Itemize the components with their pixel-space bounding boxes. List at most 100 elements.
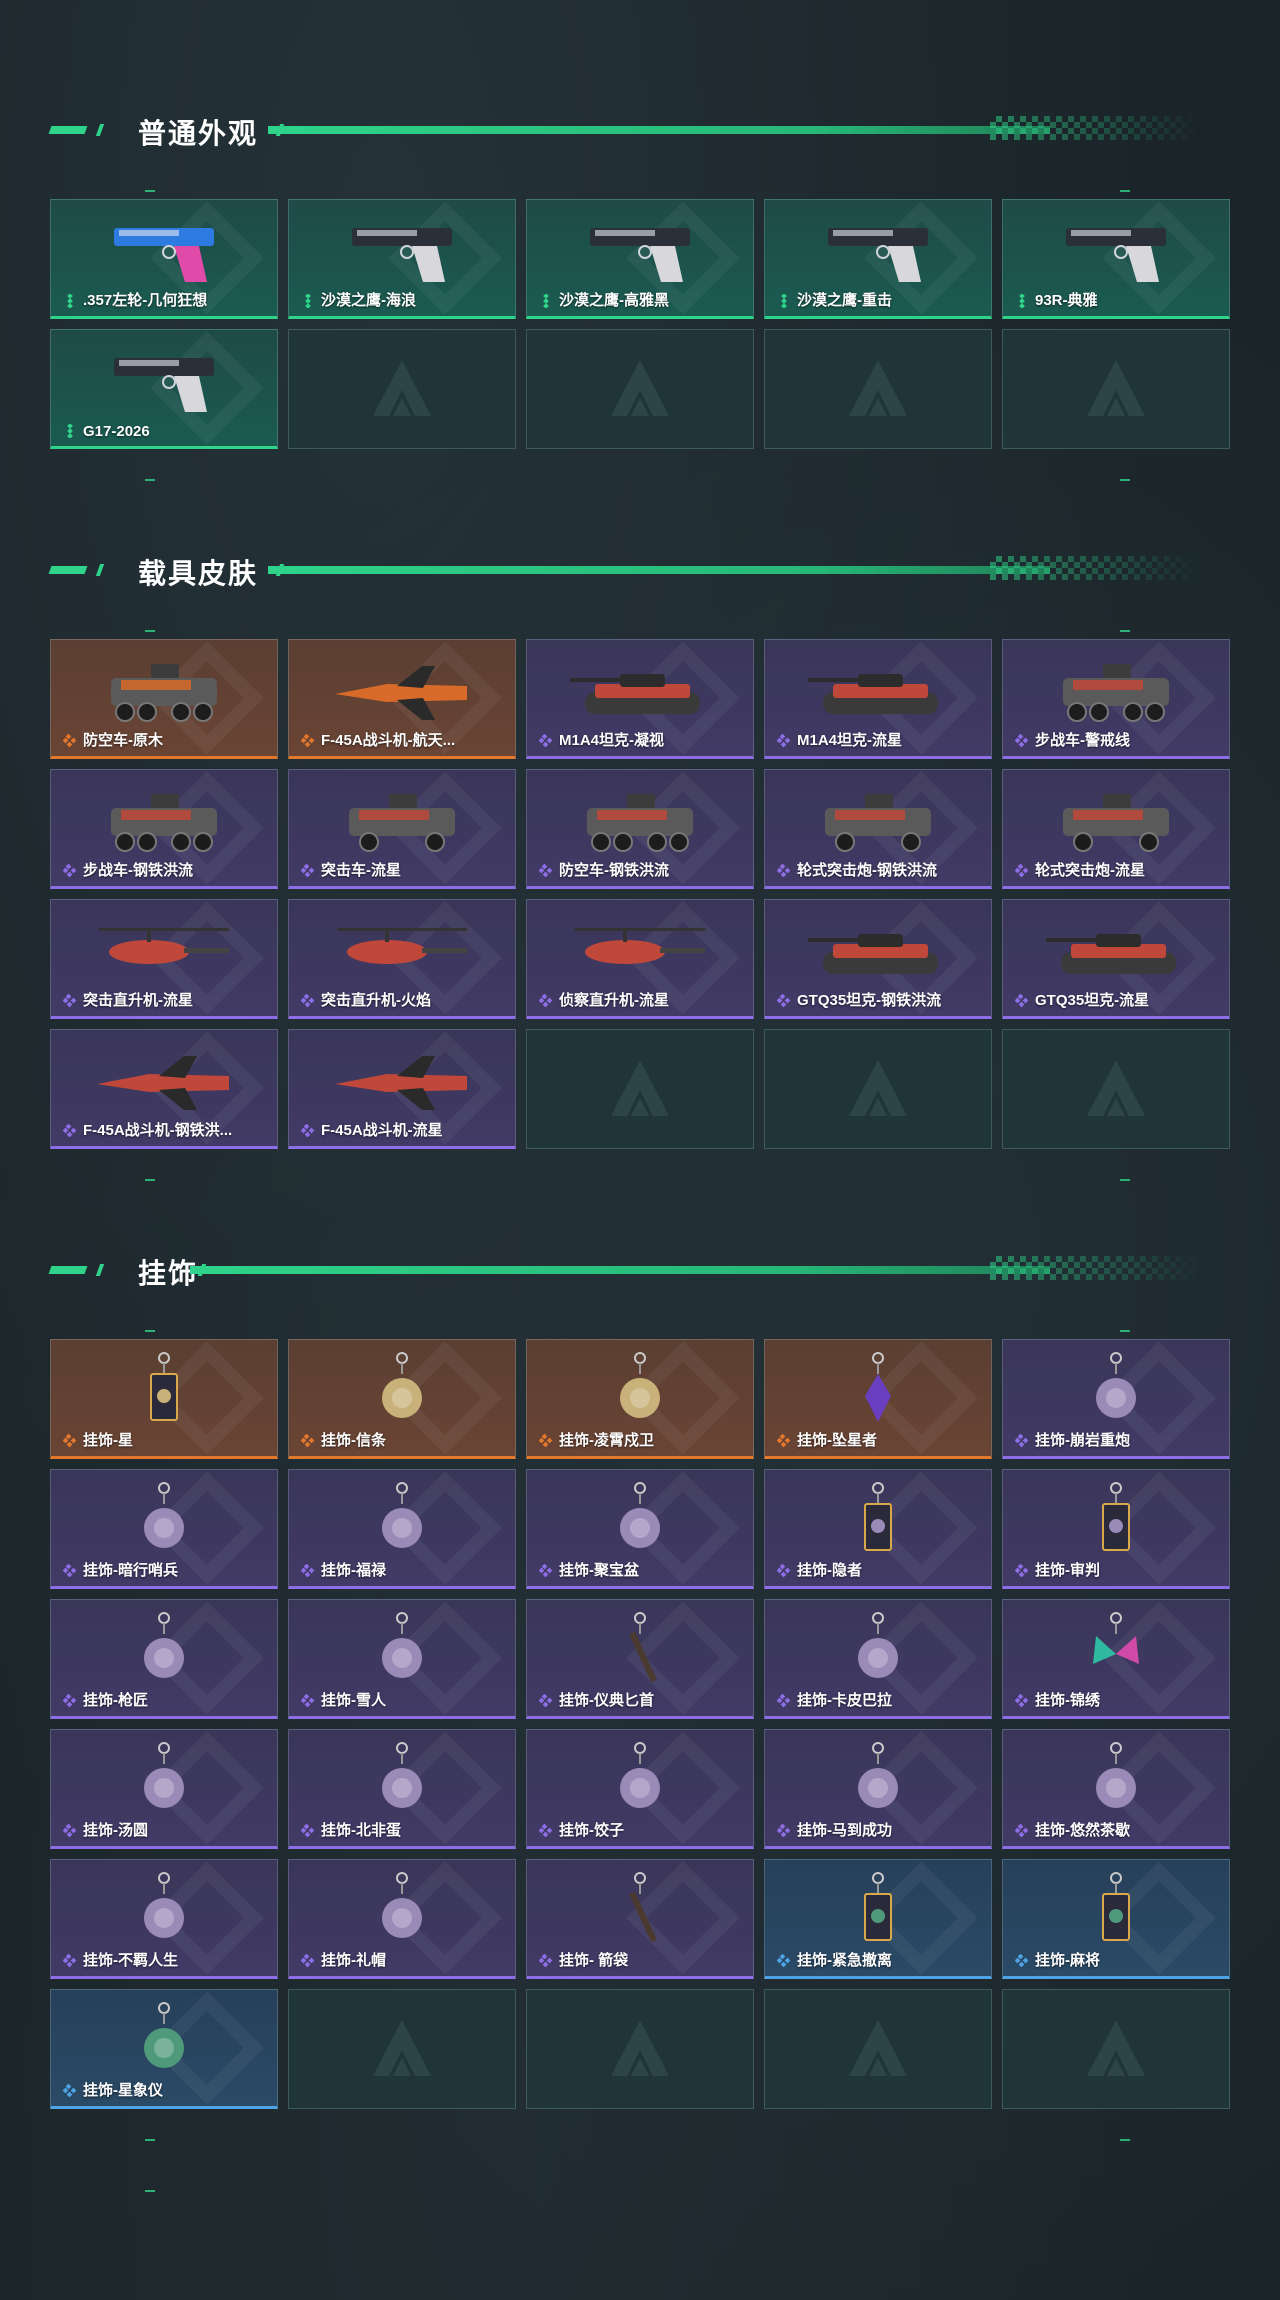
item-card[interactable]: 挂饰-紧急撤离 bbox=[764, 1859, 992, 1979]
header-checker-pattern bbox=[990, 556, 1200, 580]
rarity-icon bbox=[539, 1954, 553, 1968]
charm-icon bbox=[144, 1612, 184, 1678]
empty-slot bbox=[764, 1029, 992, 1149]
item-card[interactable]: 挂饰-隐者 bbox=[764, 1469, 992, 1589]
item-card[interactable]: 挂饰-卡皮巴拉 bbox=[764, 1599, 992, 1719]
item-card[interactable]: F-45A战斗机-航天... bbox=[288, 639, 516, 759]
item-name: M1A4坦克-流星 bbox=[797, 732, 903, 749]
item-card[interactable]: 挂饰-凌霄戍卫 bbox=[526, 1339, 754, 1459]
item-card[interactable]: F-45A战斗机-流星 bbox=[288, 1029, 516, 1149]
empty-slot bbox=[288, 1989, 516, 2109]
rarity-icon bbox=[539, 1434, 553, 1448]
rarity-icon bbox=[543, 294, 549, 308]
rarity-icon bbox=[777, 734, 791, 748]
rarity-icon bbox=[1015, 1434, 1029, 1448]
item-card[interactable]: 挂饰- 箭袋 bbox=[526, 1859, 754, 1979]
item-card[interactable]: 突击车-流星 bbox=[288, 769, 516, 889]
item-card[interactable]: 挂饰-雪人 bbox=[288, 1599, 516, 1719]
item-card[interactable]: 挂饰-审判 bbox=[1002, 1469, 1230, 1589]
item-card[interactable]: M1A4坦克-流星 bbox=[764, 639, 992, 759]
rarity-icon bbox=[1015, 1954, 1029, 1968]
item-name: 挂饰-北非蛋 bbox=[321, 1822, 401, 1839]
item-card[interactable]: 沙漠之鹰-高雅黑 bbox=[526, 199, 754, 319]
item-card[interactable]: 沙漠之鹰-重击 bbox=[764, 199, 992, 319]
item-name: 挂饰-不羁人生 bbox=[83, 1952, 178, 1969]
item-card[interactable]: 侦察直升机-流星 bbox=[526, 899, 754, 1019]
item-name: 挂饰-隐者 bbox=[797, 1562, 862, 1579]
item-card[interactable]: 挂饰-仪典匕首 bbox=[526, 1599, 754, 1719]
tank-icon bbox=[570, 674, 700, 714]
pistol-icon bbox=[828, 228, 928, 282]
item-card[interactable]: 沙漠之鹰-海浪 bbox=[288, 199, 516, 319]
rarity-icon bbox=[1015, 994, 1029, 1008]
item-card[interactable]: 挂饰-马到成功 bbox=[764, 1729, 992, 1849]
item-card[interactable]: 93R-典雅 bbox=[1002, 199, 1230, 319]
placeholder-logo-icon bbox=[849, 360, 907, 416]
item-name: GTQ35坦克-钢铁洪流 bbox=[797, 992, 942, 1009]
grid-marker bbox=[1120, 1330, 1130, 1332]
item-card[interactable]: 步战车-警戒线 bbox=[1002, 639, 1230, 759]
item-name: F-45A战斗机-航天... bbox=[321, 732, 456, 749]
header-progress-bar bbox=[190, 1266, 1050, 1274]
item-card[interactable]: 挂饰-星象仪 bbox=[50, 1989, 278, 2109]
empty-slot bbox=[1002, 1989, 1230, 2109]
item-card[interactable]: 挂饰-星 bbox=[50, 1339, 278, 1459]
item-card[interactable]: 挂饰-暗行哨兵 bbox=[50, 1469, 278, 1589]
item-card[interactable]: 挂饰-礼帽 bbox=[288, 1859, 516, 1979]
charm-icon bbox=[144, 1482, 184, 1548]
item-card[interactable]: 挂饰-不羁人生 bbox=[50, 1859, 278, 1979]
item-card[interactable]: 轮式突击炮-流星 bbox=[1002, 769, 1230, 889]
item-card[interactable]: .357左轮-几何狂想 bbox=[50, 199, 278, 319]
item-card[interactable]: 防空车-钢铁洪流 bbox=[526, 769, 754, 889]
rarity-icon bbox=[301, 1694, 315, 1708]
item-name: 挂饰-凌霄戍卫 bbox=[559, 1432, 654, 1449]
item-card[interactable]: 挂饰-悠然茶歇 bbox=[1002, 1729, 1230, 1849]
placeholder-logo-icon bbox=[849, 1060, 907, 1116]
rarity-icon bbox=[63, 734, 77, 748]
charm-card-icon bbox=[864, 1482, 892, 1551]
item-card[interactable]: 突击直升机-流星 bbox=[50, 899, 278, 1019]
item-card[interactable]: G17-2026 bbox=[50, 329, 278, 449]
item-card[interactable]: 挂饰-北非蛋 bbox=[288, 1729, 516, 1849]
item-card[interactable]: 防空车-原木 bbox=[50, 639, 278, 759]
rarity-icon bbox=[63, 1124, 77, 1138]
rarity-icon bbox=[301, 1564, 315, 1578]
item-card[interactable]: M1A4坦克-凝视 bbox=[526, 639, 754, 759]
item-card[interactable]: 挂饰-汤圆 bbox=[50, 1729, 278, 1849]
charm-icon bbox=[1096, 1352, 1136, 1418]
item-card[interactable]: GTQ35坦克-流星 bbox=[1002, 899, 1230, 1019]
placeholder-logo-icon bbox=[611, 2020, 669, 2076]
item-card[interactable]: 步战车-钢铁洪流 bbox=[50, 769, 278, 889]
item-card[interactable]: 挂饰-枪匠 bbox=[50, 1599, 278, 1719]
rarity-icon bbox=[63, 2084, 77, 2098]
rarity-icon bbox=[301, 1124, 315, 1138]
item-name: 挂饰-仪典匕首 bbox=[559, 1692, 654, 1709]
item-card[interactable]: 突击直升机-火焰 bbox=[288, 899, 516, 1019]
item-card[interactable]: 挂饰-聚宝盆 bbox=[526, 1469, 754, 1589]
header-checker-pattern bbox=[990, 116, 1200, 140]
item-name: 93R-典雅 bbox=[1035, 292, 1098, 309]
item-card[interactable]: 挂饰-崩岩重炮 bbox=[1002, 1339, 1230, 1459]
placeholder-logo-icon bbox=[611, 1060, 669, 1116]
item-card[interactable]: F-45A战斗机-钢铁洪... bbox=[50, 1029, 278, 1149]
item-card[interactable]: 挂饰-信条 bbox=[288, 1339, 516, 1459]
item-card[interactable]: 挂饰-福禄 bbox=[288, 1469, 516, 1589]
empty-slot bbox=[764, 329, 992, 449]
item-card[interactable]: 挂饰-饺子 bbox=[526, 1729, 754, 1849]
item-name: 轮式突击炮-流星 bbox=[1035, 862, 1145, 879]
item-card[interactable]: GTQ35坦克-钢铁洪流 bbox=[764, 899, 992, 1019]
header-checker-pattern bbox=[990, 1256, 1200, 1280]
helicopter-icon bbox=[99, 928, 229, 964]
item-card[interactable]: 挂饰-坠星者 bbox=[764, 1339, 992, 1459]
item-card[interactable]: 轮式突击炮-钢铁洪流 bbox=[764, 769, 992, 889]
item-card[interactable]: 挂饰-麻将 bbox=[1002, 1859, 1230, 1979]
item-name: 挂饰-崩岩重炮 bbox=[1035, 1432, 1130, 1449]
charm-card-icon bbox=[150, 1352, 178, 1421]
charm-icon bbox=[382, 1742, 422, 1808]
jet-icon bbox=[97, 1056, 229, 1110]
item-card[interactable]: 挂饰-锦绣 bbox=[1002, 1599, 1230, 1719]
placeholder-logo-icon bbox=[373, 360, 431, 416]
pistol-icon bbox=[114, 358, 214, 412]
rarity-icon bbox=[301, 994, 315, 1008]
rarity-icon bbox=[777, 1564, 791, 1578]
